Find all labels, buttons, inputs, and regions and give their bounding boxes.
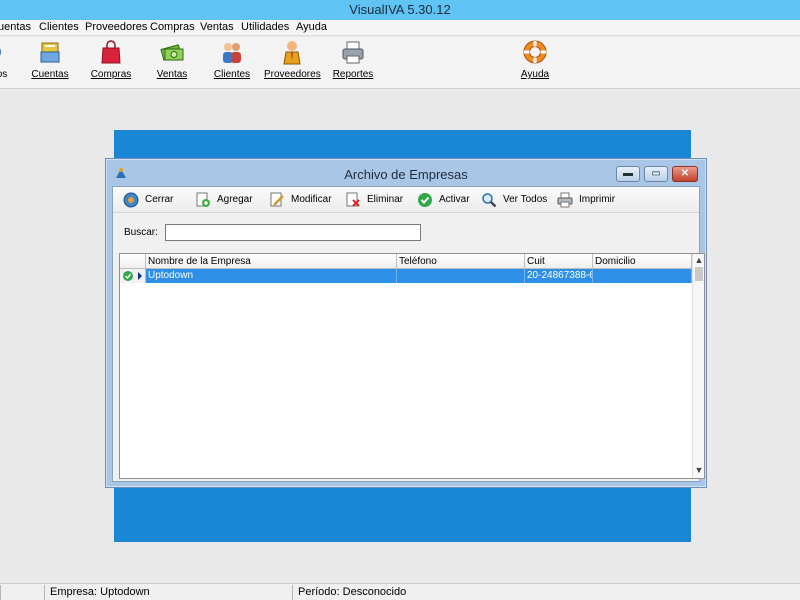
app-title-bar: VisualIVA 5.30.12 [0, 0, 800, 20]
status-bar: Empresa: Uptodown Período: Desconocido [0, 583, 800, 600]
column-header-nombre[interactable]: Nombre de la Empresa [146, 254, 397, 269]
scroll-up-icon[interactable]: ▲ [693, 254, 704, 266]
toolbar-button-ventas[interactable]: Ventas [154, 39, 190, 85]
add-icon [196, 192, 210, 207]
imprimir-button[interactable]: Imprimir [557, 192, 615, 208]
column-header-domicilio[interactable]: Domicilio [593, 254, 692, 269]
column-header-telefono[interactable]: Teléfono [397, 254, 525, 269]
modificar-button[interactable]: Modificar [269, 192, 333, 208]
activar-button[interactable]: Activar [417, 192, 473, 208]
close-door-icon [123, 192, 139, 208]
printer-icon [342, 41, 364, 64]
status-empresa: Empresa: Uptodown [44, 585, 292, 600]
window-body: Cerrar Agregar Modificar Eliminar Activa… [112, 186, 705, 482]
row-indicator-header [120, 254, 146, 269]
vertical-scrollbar[interactable]: ▲ ▼ [692, 254, 704, 478]
search-input[interactable] [165, 224, 421, 241]
table-header: Nombre de la Empresa Teléfono Cuit Domic… [120, 254, 692, 269]
active-check-icon [123, 271, 142, 281]
maximize-icon: ▭ [651, 168, 661, 179]
printer-icon [557, 192, 573, 208]
shopping-bag-icon [101, 40, 121, 64]
status-cell-empty [0, 585, 44, 600]
maximize-button[interactable]: ▭ [644, 166, 668, 182]
toolbar-button-partial[interactable]: os [0, 39, 10, 85]
search-label: Buscar: [124, 227, 158, 238]
menu-cuentas[interactable]: uentas [0, 21, 31, 33]
app-title: VisualIVA 5.30.12 [349, 2, 451, 17]
window-title-bar[interactable]: Archivo de Empresas ▬ ▭ ✕ [106, 159, 706, 187]
lifebuoy-icon [523, 40, 547, 64]
status-periodo: Período: Desconocido [292, 585, 800, 600]
toolbar-button-cuentas[interactable]: Cuentas [30, 39, 70, 85]
cell-cuit: 20-24867388-6 [527, 269, 593, 283]
table-row[interactable]: Uptodown 20-24867388-6 [120, 269, 692, 283]
cell-domicilio [593, 269, 692, 283]
money-icon [160, 44, 184, 61]
scroll-thumb[interactable] [695, 267, 703, 281]
row-indicator [120, 269, 146, 283]
agregar-button[interactable]: Agregar [195, 192, 257, 208]
cell-nombre: Uptodown [146, 269, 397, 283]
toolbar-button-ayuda[interactable]: Ayuda [516, 39, 554, 85]
column-header-cuit[interactable]: Cuit [525, 254, 593, 269]
menu-bar: uentas Clientes Proveedores Compras Vent… [0, 20, 800, 36]
delete-icon [346, 192, 360, 207]
menu-proveedores[interactable]: Proveedores [85, 21, 147, 33]
menu-compras[interactable]: Compras [150, 21, 195, 33]
companies-table: Nombre de la Empresa Teléfono Cuit Domic… [119, 253, 705, 479]
search-icon [482, 193, 497, 208]
toolbar-button-reportes[interactable]: Reportes [332, 39, 374, 85]
eliminar-button[interactable]: Eliminar [345, 192, 403, 208]
check-icon [418, 193, 432, 207]
menu-clientes[interactable]: Clientes [39, 21, 79, 33]
menu-ventas[interactable]: Ventas [200, 21, 234, 33]
menu-utilidades[interactable]: Utilidades [241, 21, 289, 33]
accounts-icon [40, 42, 60, 63]
scroll-down-icon[interactable]: ▼ [693, 464, 704, 476]
clients-icon [223, 43, 241, 63]
close-icon: ✕ [680, 168, 690, 179]
minimize-icon: ▬ [623, 168, 633, 179]
toolbar-button-compras[interactable]: Compras [90, 39, 132, 85]
cerrar-button[interactable]: Cerrar [123, 192, 179, 208]
supplier-icon [283, 41, 301, 65]
partial-icon [0, 48, 1, 56]
toolbar-button-clientes[interactable]: Clientes [212, 39, 252, 85]
edit-icon [270, 192, 284, 207]
toolbar-button-proveedores[interactable]: Proveedores [264, 39, 321, 85]
main-toolbar: os Cuentas Compras Ventas Clientes [0, 37, 800, 89]
menu-ayuda[interactable]: Ayuda [296, 21, 327, 33]
close-button[interactable]: ✕ [672, 166, 698, 182]
companies-window: Archivo de Empresas ▬ ▭ ✕ Cerrar Agregar… [105, 158, 707, 488]
ver-todos-button[interactable]: Ver Todos [481, 192, 547, 208]
minimize-button[interactable]: ▬ [616, 166, 640, 182]
cell-telefono [397, 269, 525, 283]
window-toolbar: Cerrar Agregar Modificar Eliminar Activa… [113, 187, 699, 213]
